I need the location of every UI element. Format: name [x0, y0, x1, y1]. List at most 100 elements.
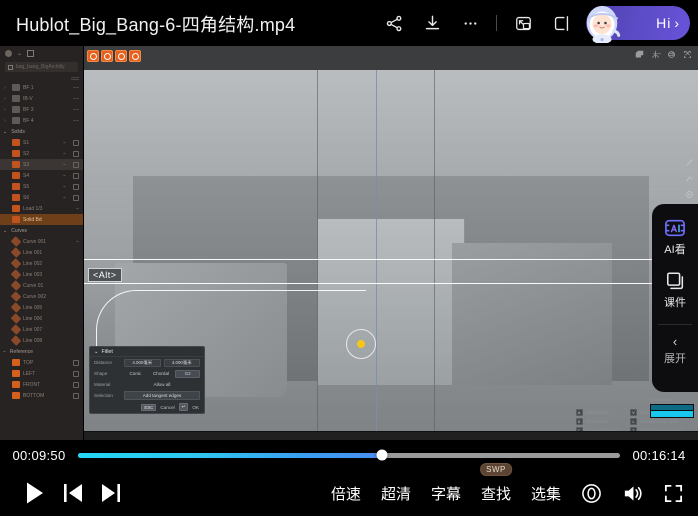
render-mode-icon[interactable]	[635, 50, 644, 59]
expand-arrow-icon[interactable]: ›	[4, 85, 9, 91]
visibility-toggle-icon[interactable]	[73, 173, 79, 179]
outliner-solid-row[interactable]: S4 ⌁	[0, 170, 83, 181]
visibility-toggle-icon[interactable]	[73, 371, 79, 377]
outliner-folder-row[interactable]: › BF 4 ⌁⌁	[0, 115, 83, 126]
fillet-distance-input-b[interactable]: 4.000毫米	[164, 359, 201, 367]
outliner-curve-row[interactable]: Line 008	[0, 335, 83, 346]
share-icon[interactable]	[375, 0, 413, 46]
courseware-button[interactable]: 课件	[664, 271, 686, 310]
video-surface[interactable]: ⌄ bag_bang_BigArchitly › BF 1 ⌁⌁ ›	[0, 46, 698, 440]
episode-list-button[interactable]: 选集	[531, 483, 561, 504]
tool-history-1-icon[interactable]	[87, 50, 99, 62]
play-button[interactable]	[24, 481, 46, 505]
fillet-add-tangent-edges-button[interactable]: Add tangent edges	[124, 391, 200, 400]
outliner-solid-row[interactable]: Load 1/3 ⌁	[0, 203, 83, 214]
outliner-curve-row[interactable]: Curve 01	[0, 280, 83, 291]
outliner-curve-row[interactable]: Curve 002	[0, 291, 83, 302]
seek-bar-handle[interactable]	[376, 450, 387, 461]
outliner-solid-row[interactable]: S2 ⌁	[0, 148, 83, 159]
user-greeting-button[interactable]: Hi ›	[586, 6, 690, 40]
cancel-label[interactable]: Cancel	[160, 405, 174, 410]
gizmo-center-point[interactable]	[357, 340, 365, 348]
panel-toggle-icon[interactable]	[27, 50, 34, 57]
outliner-plane-row[interactable]: TOP	[0, 357, 83, 368]
collapse-arrow-icon[interactable]: ⌄	[3, 129, 7, 135]
plane-icon	[12, 381, 20, 388]
outliner-folder-row[interactable]: › BF 1 ⌁⌁	[0, 82, 83, 93]
seek-bar[interactable]	[78, 453, 620, 458]
fillet-distance-input-a[interactable]: 4.000毫米	[124, 359, 161, 367]
outliner-group-solids[interactable]: ⌄ Solids	[0, 126, 83, 137]
fullscreen-button[interactable]	[663, 483, 684, 504]
next-button[interactable]	[100, 482, 122, 504]
fillet-shape-option-g2[interactable]: G2	[175, 370, 200, 378]
visibility-toggle-icon[interactable]	[73, 162, 79, 168]
outliner-solid-row-highlighted[interactable]: Solid Bd	[0, 214, 83, 225]
tool-history-4-icon[interactable]	[129, 50, 141, 62]
picture-in-picture-icon[interactable]	[504, 0, 542, 46]
outliner-search-input[interactable]: bag_bang_BigArchitly	[5, 62, 78, 72]
outliner-solid-row-selected[interactable]: S3 ⌁	[0, 159, 83, 170]
settings-button[interactable]	[581, 483, 602, 504]
outliner-curve-row[interactable]: Line 006	[0, 313, 83, 324]
outliner-group-curves[interactable]: ⌄ Curves	[0, 225, 83, 236]
cad-outliner-panel[interactable]: ⌄ bag_bang_BigArchitly › BF 1 ⌁⌁ ›	[0, 46, 84, 440]
outliner-solid-row[interactable]: S5 ⌁	[0, 181, 83, 192]
collapse-arrow-icon[interactable]: ⌄	[94, 349, 99, 355]
visibility-toggle-icon[interactable]	[73, 393, 79, 399]
expand-arrow-icon[interactable]: ›	[4, 107, 9, 113]
expand-arrow-icon[interactable]: ›	[4, 96, 9, 102]
volume-button[interactable]	[622, 483, 643, 504]
outliner-curve-row[interactable]: Line 005	[0, 302, 83, 313]
outliner-plane-row[interactable]: LEFT	[0, 368, 83, 379]
previous-button[interactable]	[62, 482, 84, 504]
outliner-folder-row[interactable]: › BF 3 ⌁⌁	[0, 104, 83, 115]
theater-mode-icon[interactable]	[542, 0, 580, 46]
outliner-plane-row[interactable]: FRONT	[0, 379, 83, 390]
enter-key-badge[interactable]: ↵	[179, 403, 189, 411]
visibility-toggle-icon[interactable]	[73, 151, 79, 157]
outliner-folder-row[interactable]: › IB-V ⌁⌁	[0, 93, 83, 104]
visibility-toggle-icon[interactable]	[73, 140, 79, 146]
ai-watch-button[interactable]: AI看	[664, 218, 686, 257]
outliner-curve-row[interactable]: Curve 001 ⌁	[0, 236, 83, 247]
visibility-toggle-icon[interactable]	[73, 184, 79, 190]
tool-history-2-icon[interactable]	[101, 50, 113, 62]
fillet-shape-option-conic[interactable]: Conic	[124, 370, 147, 378]
outliner-curve-row[interactable]: Line 003	[0, 269, 83, 280]
polyline-tool-icon[interactable]	[685, 174, 694, 183]
cad-viewport[interactable]: <Alt>	[84, 46, 698, 440]
quality-button[interactable]: 超清	[381, 483, 411, 504]
expand-panel-button[interactable]: ‹ 展开	[664, 335, 686, 366]
circle-tool-icon[interactable]	[685, 190, 694, 199]
fillet-material-value[interactable]: Allow all	[124, 381, 200, 389]
outliner-solid-row[interactable]: S1 ⌁	[0, 137, 83, 148]
outliner-curve-row[interactable]: Line 001	[0, 247, 83, 258]
outliner-plane-row[interactable]: BOTTOM	[0, 390, 83, 401]
subtitles-button[interactable]: 字幕	[431, 483, 461, 504]
outliner-curve-row[interactable]: Line 007	[0, 324, 83, 335]
fillet-shape-option-chordal[interactable]: Chordal	[150, 370, 173, 378]
ok-label[interactable]: OK	[192, 405, 199, 410]
visibility-toggle-icon[interactable]	[73, 360, 79, 366]
collapse-arrow-icon[interactable]: −	[3, 349, 6, 355]
more-options-icon[interactable]	[451, 0, 489, 46]
shortcut-hint: DTrim bound	[576, 418, 620, 425]
expand-arrow-icon[interactable]: ›	[4, 118, 9, 124]
selection-gizmo[interactable]	[346, 329, 376, 359]
chevron-down-icon[interactable]: ⌄	[17, 50, 22, 57]
playback-speed-button[interactable]: 倍速	[331, 483, 361, 504]
collapse-arrow-icon[interactable]: ⌄	[3, 228, 7, 234]
visibility-toggle-icon[interactable]	[73, 195, 79, 201]
download-icon[interactable]	[413, 0, 451, 46]
outliner-curve-row[interactable]: Line 002	[0, 258, 83, 269]
outliner-group-reference[interactable]: − Reference	[0, 346, 83, 357]
esc-key-badge[interactable]: ESC	[141, 404, 156, 411]
line-tool-icon[interactable]	[685, 158, 694, 167]
tool-history-3-icon[interactable]	[115, 50, 127, 62]
search-button[interactable]: SWP 查找	[481, 483, 511, 504]
outliner-solid-row[interactable]: S6 ⌁	[0, 192, 83, 203]
visibility-toggle-icon[interactable]	[73, 382, 79, 388]
window-controls[interactable]: — ▫ ✕	[653, 49, 695, 58]
fillet-dialog[interactable]: ⌄ Fillet Distance 4.000毫米 4.000毫米 Shape	[89, 346, 205, 414]
